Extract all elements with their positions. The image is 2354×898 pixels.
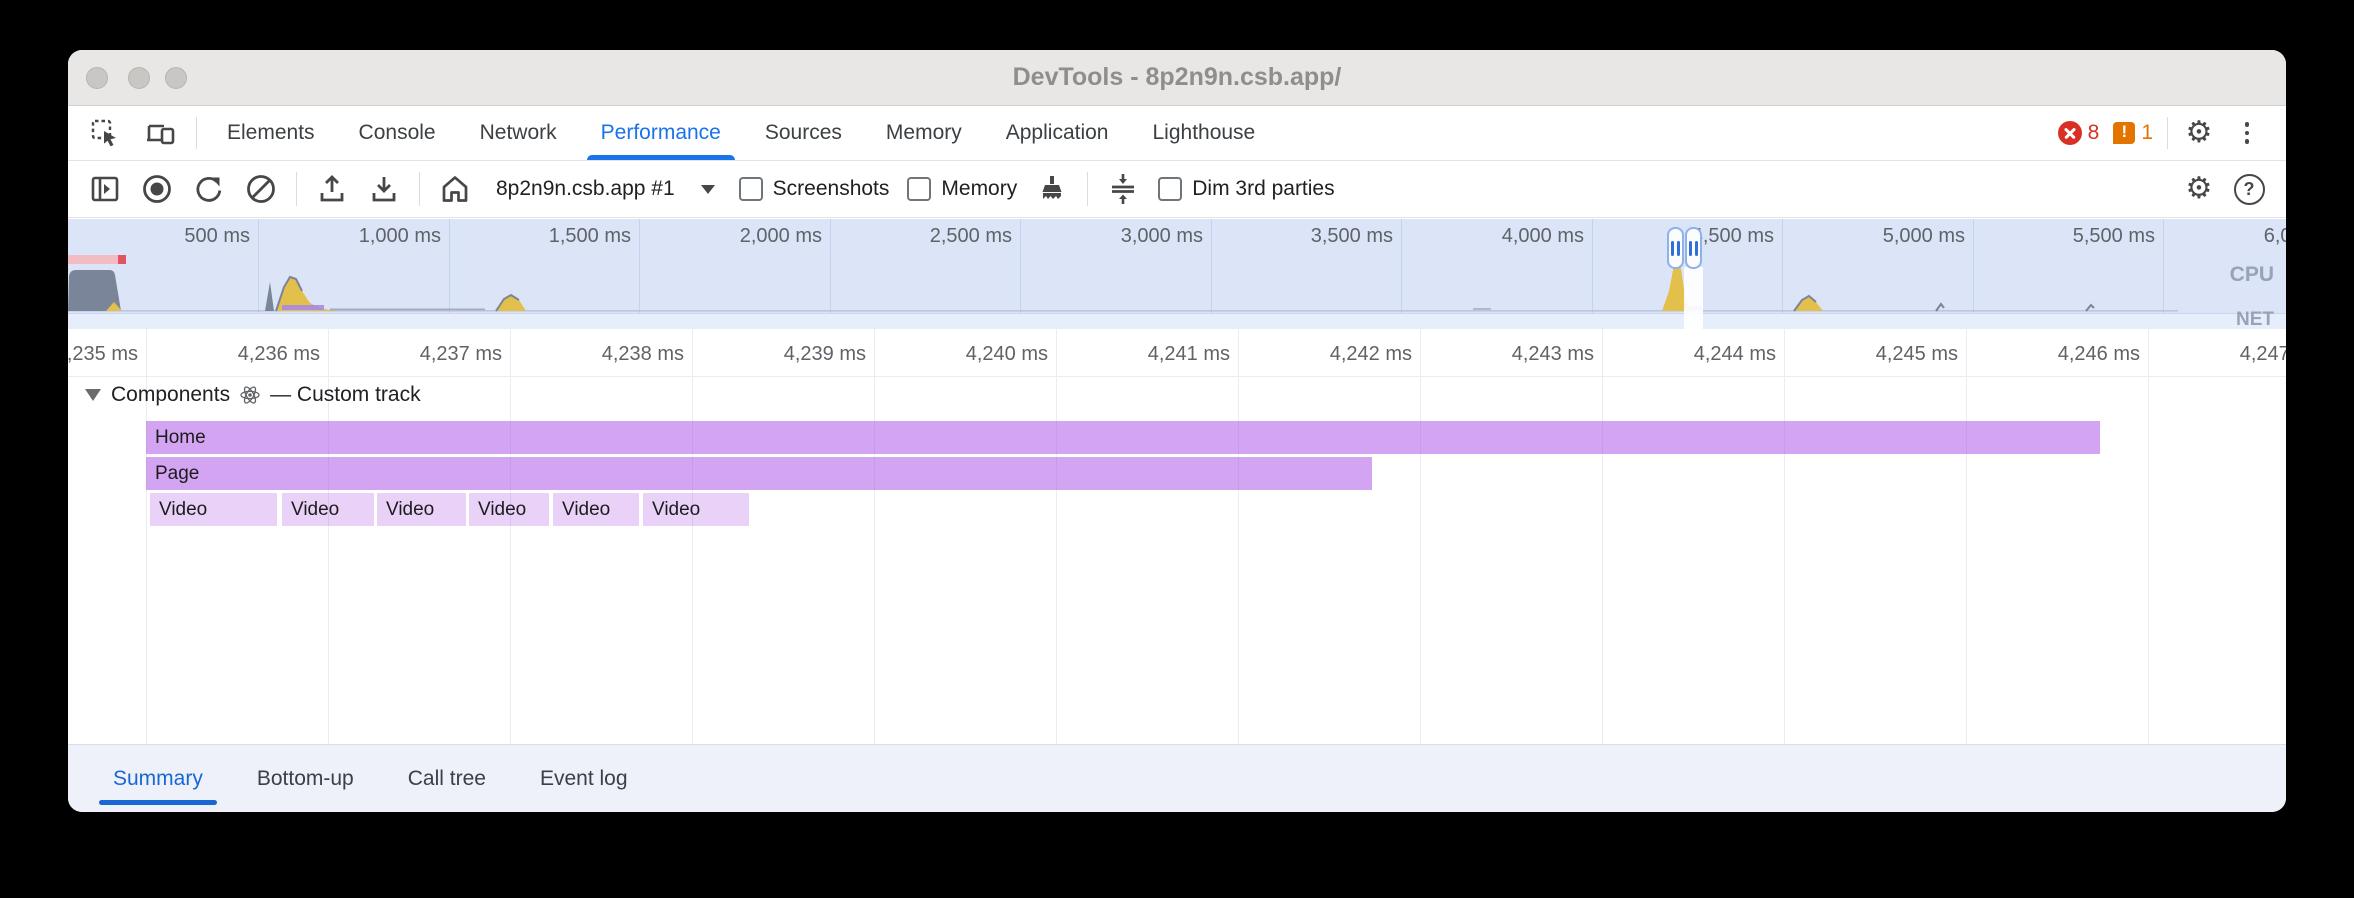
cpu-lane-label: CPU: [2230, 263, 2274, 287]
tab-network[interactable]: Network: [458, 106, 579, 160]
collect-garbage-icon[interactable]: [1035, 172, 1069, 206]
tab-summary[interactable]: Summary: [95, 745, 221, 812]
cpu-activity-chart: [68, 219, 2286, 313]
divider: [1087, 172, 1088, 206]
divider: [196, 117, 197, 149]
chevron-down-icon: [701, 185, 715, 194]
error-count-badge[interactable]: 8: [2058, 121, 2100, 145]
clear-icon[interactable]: [244, 172, 278, 206]
divider: [2167, 117, 2168, 149]
flame-bar-video[interactable]: Video: [150, 493, 277, 526]
reload-and-record-icon[interactable]: [192, 172, 226, 206]
ruler-tick: 4,237 ms: [384, 343, 502, 366]
performance-toolbar: 8p2n9n.csb.app #1 Screenshots Memory: [68, 161, 2286, 218]
tab-console[interactable]: Console: [337, 106, 458, 160]
selection-left-handle[interactable]: [1667, 227, 1684, 269]
flame-bar-video[interactable]: Video: [643, 493, 749, 526]
tab-application[interactable]: Application: [984, 106, 1131, 160]
home-icon[interactable]: [438, 172, 472, 206]
detail-gridline: [692, 329, 693, 744]
more-options-icon[interactable]: [2230, 116, 2264, 150]
detail-gridline: [1602, 329, 1603, 744]
memory-checkbox[interactable]: Memory: [907, 177, 1017, 201]
selection-right-handle[interactable]: [1685, 227, 1702, 269]
help-icon[interactable]: ?: [2232, 172, 2266, 206]
save-profile-icon[interactable]: [367, 172, 401, 206]
panel-tab-bar: Elements Console Network Performance Sou…: [68, 106, 2286, 161]
react-atom-icon: [240, 385, 260, 405]
tab-event-log[interactable]: Event log: [522, 745, 646, 812]
title-bar: DevTools - 8p2n9n.csb.app/: [68, 50, 2286, 106]
flame-bar-video[interactable]: Video: [553, 493, 639, 526]
ruler-tick: 4,247 ms: [2204, 343, 2286, 366]
screenshots-checkbox[interactable]: Screenshots: [739, 177, 890, 201]
page-selector-value: 8p2n9n.csb.app #1: [496, 177, 675, 201]
timeline-overview[interactable]: 500 ms 1,000 ms 1,500 ms 2,000 ms 2,500 …: [68, 219, 2286, 329]
flamechart-area[interactable]: 4,235 ms 4,236 ms 4,237 ms 4,238 ms 4,23…: [68, 329, 2286, 744]
ruler-tick: 4,241 ms: [1112, 343, 1230, 366]
ruler-tick: 4,239 ms: [748, 343, 866, 366]
checkbox-icon: [1158, 177, 1182, 201]
page-selector-dropdown[interactable]: 8p2n9n.csb.app #1: [490, 177, 721, 201]
toggle-sidebar-icon[interactable]: [88, 172, 122, 206]
inspect-element-icon[interactable]: [88, 116, 122, 150]
ruler-tick: 4,243 ms: [1476, 343, 1594, 366]
tab-elements[interactable]: Elements: [205, 106, 337, 160]
tab-memory[interactable]: Memory: [864, 106, 984, 160]
detail-gridline: [1966, 329, 1967, 744]
ruler-tick: 4,246 ms: [2022, 343, 2140, 366]
ruler-tick: 4,244 ms: [1658, 343, 1776, 366]
tab-sources[interactable]: Sources: [743, 106, 864, 160]
flame-bar-video[interactable]: Video: [377, 493, 466, 526]
ruler-tick: 4,238 ms: [566, 343, 684, 366]
detail-gridline: [1420, 329, 1421, 744]
ruler-tick: 4,242 ms: [1294, 343, 1412, 366]
device-toolbar-icon[interactable]: [144, 116, 178, 150]
ruler-tick: 4,240 ms: [930, 343, 1048, 366]
detail-gridline: [1238, 329, 1239, 744]
load-profile-icon[interactable]: [315, 172, 349, 206]
ruler-tick: 4,245 ms: [1840, 343, 1958, 366]
tab-lighthouse[interactable]: Lighthouse: [1130, 106, 1277, 160]
screen: DevTools - 8p2n9n.csb.app/: [0, 0, 2354, 898]
capture-settings-gear-icon[interactable]: ⚙: [2182, 172, 2216, 206]
details-tab-bar: Summary Bottom-up Call tree Event log: [68, 744, 2286, 812]
tab-call-tree[interactable]: Call tree: [390, 745, 504, 812]
flame-bar-page[interactable]: Page: [146, 457, 1372, 490]
detail-gridline: [510, 329, 511, 744]
flame-bar-home[interactable]: Home: [146, 421, 2100, 454]
panel-tabs: Elements Console Network Performance Sou…: [205, 106, 1277, 160]
flame-bar-video[interactable]: Video: [469, 493, 549, 526]
custom-track-title: Components: [111, 383, 230, 407]
fit-to-window-icon[interactable]: [1106, 172, 1140, 206]
detail-gridline: [1784, 329, 1785, 744]
checkbox-icon: [907, 177, 931, 201]
warning-icon: [2113, 122, 2135, 144]
expand-triangle-icon: [85, 389, 101, 401]
dim-3rd-parties-checkbox[interactable]: Dim 3rd parties: [1158, 177, 1334, 201]
settings-gear-icon[interactable]: ⚙: [2182, 116, 2216, 150]
devtools-window: DevTools - 8p2n9n.csb.app/: [68, 50, 2286, 812]
warning-count-badge[interactable]: 1: [2113, 121, 2153, 145]
tab-performance[interactable]: Performance: [579, 106, 743, 160]
custom-track-header[interactable]: Components — Custom track: [85, 383, 421, 407]
tab-bottom-up[interactable]: Bottom-up: [239, 745, 372, 812]
detail-gridline: [1056, 329, 1057, 744]
divider: [296, 172, 297, 206]
detail-gridline: [2148, 329, 2149, 744]
overview-selection-range[interactable]: [1684, 267, 1703, 329]
error-icon: [2058, 121, 2082, 145]
net-lane-label: NET: [2236, 309, 2274, 331]
window-title: DevTools - 8p2n9n.csb.app/: [68, 50, 2286, 105]
record-icon[interactable]: [140, 172, 174, 206]
detail-gridline: [874, 329, 875, 744]
flame-bar-video[interactable]: Video: [282, 493, 374, 526]
checkbox-icon: [739, 177, 763, 201]
ruler-divider: [68, 376, 2286, 377]
divider: [419, 172, 420, 206]
ruler-tick: 4,235 ms: [68, 343, 138, 366]
network-overview-strip: [68, 313, 2286, 329]
ruler-tick: 4,236 ms: [202, 343, 320, 366]
custom-track-suffix: — Custom track: [270, 383, 421, 407]
